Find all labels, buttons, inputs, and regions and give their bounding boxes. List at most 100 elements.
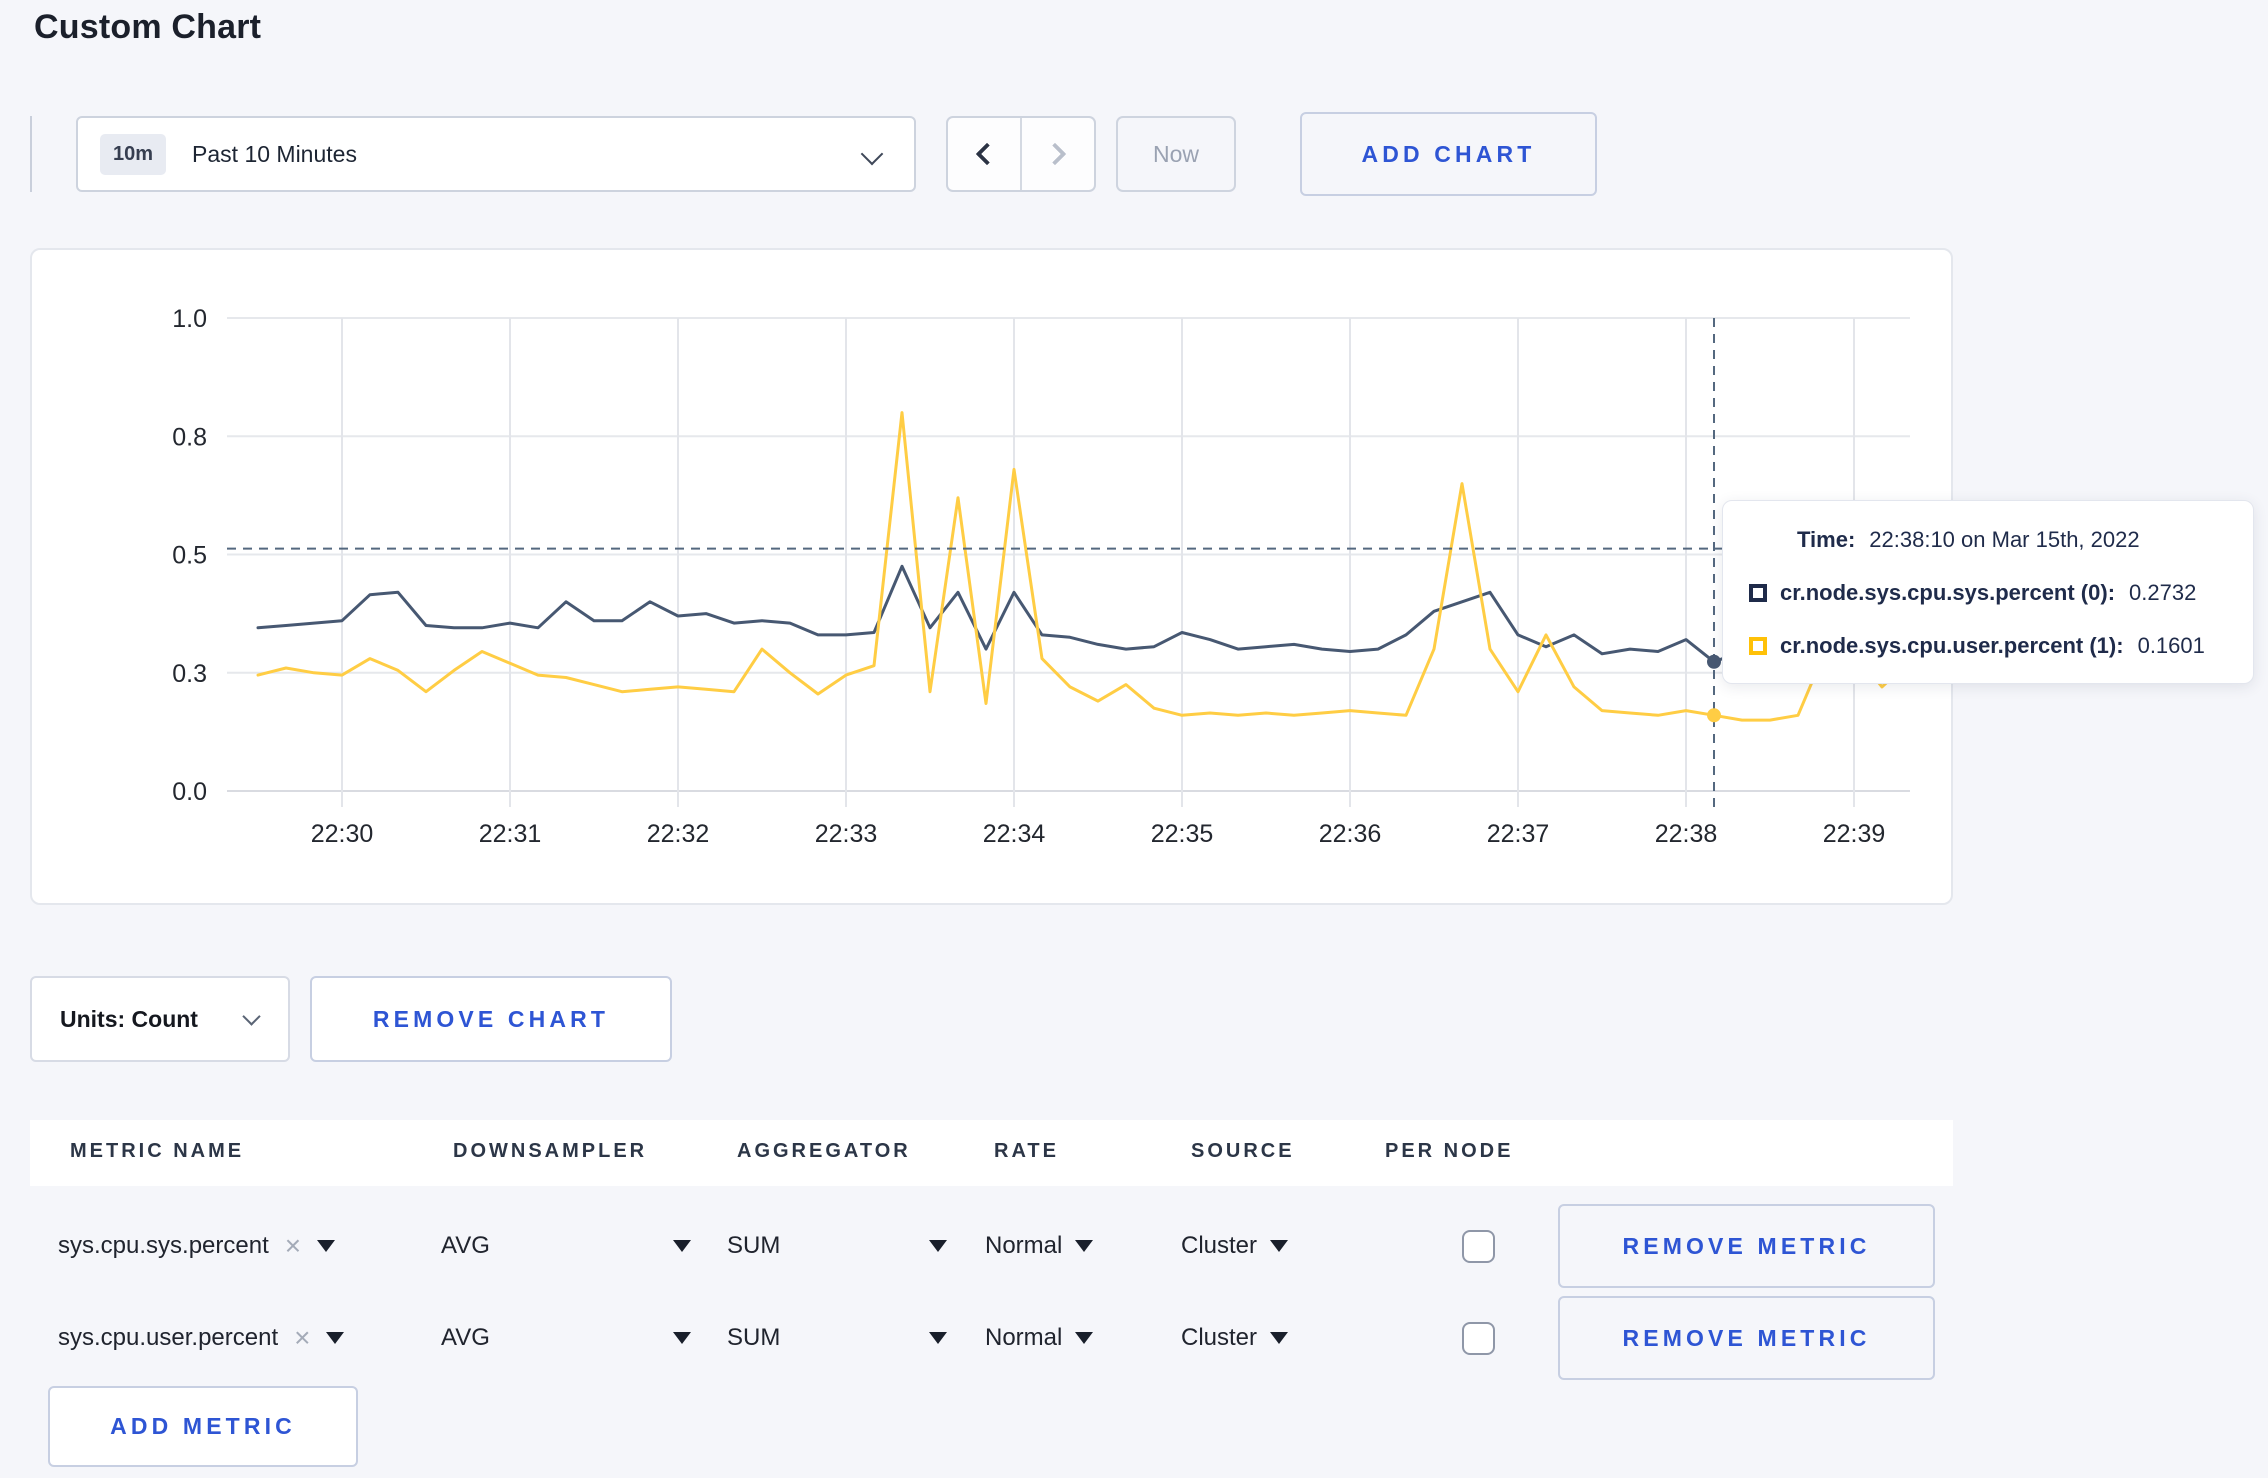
x-tick-label: 22:35 [1151, 820, 1214, 848]
time-range-label: Past 10 Minutes [192, 140, 357, 167]
y-tick-label: 0.3 [172, 660, 207, 688]
y-tick-label: 0.0 [172, 778, 207, 806]
x-tick-label: 22:39 [1823, 820, 1886, 848]
downsampler-value: AVG [441, 1324, 490, 1351]
column-header-rate: RATE [994, 1140, 1059, 1162]
time-range-select[interactable]: 10m Past 10 Minutes [76, 116, 916, 192]
column-header-downsampler: DOWNSAMPLER [453, 1140, 648, 1162]
remove-metric-button[interactable]: REMOVE METRIC [1558, 1296, 1935, 1380]
aggregator-value: SUM [727, 1232, 781, 1259]
rate-select[interactable]: Normal [985, 1204, 1094, 1288]
y-tick-label: 0.8 [172, 423, 207, 451]
caret-down-icon [326, 1332, 345, 1344]
caret-down-icon [1270, 1332, 1289, 1344]
x-tick-label: 22:34 [983, 820, 1046, 848]
tooltip-user-label: cr.node.sys.cpu.user.percent (1): [1780, 633, 2124, 658]
series-line [256, 411, 1912, 722]
remove-metric-label: REMOVE METRIC [1622, 1232, 1871, 1259]
caret-down-icon [673, 1240, 691, 1252]
rate-select[interactable]: Normal [985, 1296, 1094, 1380]
x-tick-label: 22:30 [311, 820, 374, 848]
x-tick-label: 22:36 [1319, 820, 1382, 848]
column-header-aggregator: AGGREGATOR [737, 1140, 911, 1162]
caret-down-icon [317, 1240, 336, 1252]
user-series-swatch-icon [1749, 637, 1767, 655]
metric-row-sys: sys.cpu.sys.percent × AVG SUM Normal Clu… [30, 1204, 1953, 1288]
source-select[interactable]: Cluster [1181, 1204, 1289, 1288]
y-tick-label: 0.5 [172, 542, 207, 570]
remove-chart-button[interactable]: REMOVE CHART [310, 976, 672, 1062]
chart-tooltip: Time: 22:38:10 on Mar 15th, 2022 cr.node… [1722, 500, 2254, 684]
series-line [256, 564, 1912, 664]
remove-metric-label: REMOVE METRIC [1622, 1324, 1871, 1351]
now-button[interactable]: Now [1116, 116, 1236, 192]
x-tick-label: 22:33 [815, 820, 878, 848]
metric-name-select[interactable]: sys.cpu.sys.percent × [58, 1204, 336, 1288]
hover-dot [1707, 654, 1722, 669]
rate-value: Normal [985, 1324, 1063, 1351]
x-tick-label: 22:38 [1655, 820, 1718, 848]
tooltip-time-label: Time: [1797, 527, 1856, 552]
next-time-button[interactable] [1020, 118, 1094, 190]
tooltip-sys-value: 0.2732 [2129, 580, 2197, 605]
source-select[interactable]: Cluster [1181, 1296, 1289, 1380]
chevron-down-icon [860, 142, 884, 166]
caret-down-icon [1075, 1332, 1094, 1344]
hover-dot [1707, 708, 1722, 723]
y-tick-label: 1.0 [172, 305, 207, 333]
aggregator-select[interactable]: SUM [727, 1204, 947, 1288]
add-chart-label: ADD CHART [1361, 140, 1536, 167]
add-chart-button[interactable]: ADD CHART [1300, 112, 1597, 196]
prev-time-button[interactable] [948, 118, 1020, 190]
per-node-cell [1462, 1296, 1495, 1380]
cpu-usage-chart[interactable]: 1.0 0.8 0.5 0.3 0.0 22:30 22:31 22:32 22:33 22:34… [32, 250, 1951, 903]
page-title: Custom Chart [34, 8, 262, 46]
source-value: Cluster [1181, 1232, 1258, 1259]
metric-name-select[interactable]: sys.cpu.user.percent × [58, 1296, 345, 1380]
column-header-metric-name: METRIC NAME [70, 1140, 245, 1162]
remove-metric-button[interactable]: REMOVE METRIC [1558, 1204, 1935, 1288]
add-metric-label: ADD METRIC [110, 1413, 296, 1439]
sys-series-swatch-icon [1749, 584, 1767, 602]
caret-down-icon [929, 1240, 947, 1252]
metric-name-value: sys.cpu.sys.percent [58, 1232, 269, 1259]
downsampler-select[interactable]: AVG [441, 1204, 691, 1288]
toolbar-divider [30, 116, 32, 192]
remove-chart-label: REMOVE CHART [372, 1005, 610, 1032]
source-value: Cluster [1181, 1324, 1258, 1351]
x-tick-label: 22:31 [479, 820, 542, 848]
chart-card: 1.0 0.8 0.5 0.3 0.0 22:30 22:31 22:32 22:33 22:34… [30, 248, 1953, 905]
downsampler-select[interactable]: AVG [441, 1296, 691, 1380]
time-pager [946, 116, 1096, 192]
tooltip-time-value: 22:38:10 on Mar 15th, 2022 [1869, 527, 2140, 552]
add-metric-button[interactable]: ADD METRIC [48, 1386, 358, 1467]
aggregator-select[interactable]: SUM [727, 1296, 947, 1380]
x-tick-label: 22:32 [647, 820, 710, 848]
units-select[interactable]: Units: Count [30, 976, 290, 1062]
caret-down-icon [673, 1332, 691, 1344]
caret-down-icon [929, 1332, 947, 1344]
x-tick-label: 22:37 [1487, 820, 1550, 848]
caret-down-icon [1075, 1240, 1094, 1252]
per-node-checkbox[interactable] [1462, 1229, 1495, 1263]
clear-metric-icon[interactable]: × [294, 1324, 310, 1352]
units-select-label: Units: Count [60, 1005, 198, 1032]
clear-metric-icon[interactable]: × [285, 1232, 301, 1260]
metric-name-value: sys.cpu.user.percent [58, 1324, 279, 1351]
column-header-per-node: PER NODE [1385, 1140, 1514, 1162]
metric-row-user: sys.cpu.user.percent × AVG SUM Normal Cl… [30, 1296, 1953, 1380]
tooltip-sys-label: cr.node.sys.cpu.sys.percent (0): [1780, 580, 2116, 605]
downsampler-value: AVG [441, 1232, 490, 1259]
chevron-down-icon [242, 1007, 261, 1026]
aggregator-value: SUM [727, 1324, 781, 1351]
rate-value: Normal [985, 1232, 1063, 1259]
caret-down-icon [1270, 1240, 1289, 1252]
column-header-source: SOURCE [1191, 1140, 1295, 1162]
per-node-checkbox[interactable] [1462, 1321, 1495, 1355]
per-node-cell [1462, 1204, 1495, 1288]
chevron-left-icon [975, 142, 999, 166]
chevron-right-icon [1043, 142, 1067, 166]
time-range-badge: 10m [100, 133, 167, 175]
now-button-label: Now [1152, 140, 1199, 167]
tooltip-user-value: 0.1601 [2137, 633, 2205, 658]
